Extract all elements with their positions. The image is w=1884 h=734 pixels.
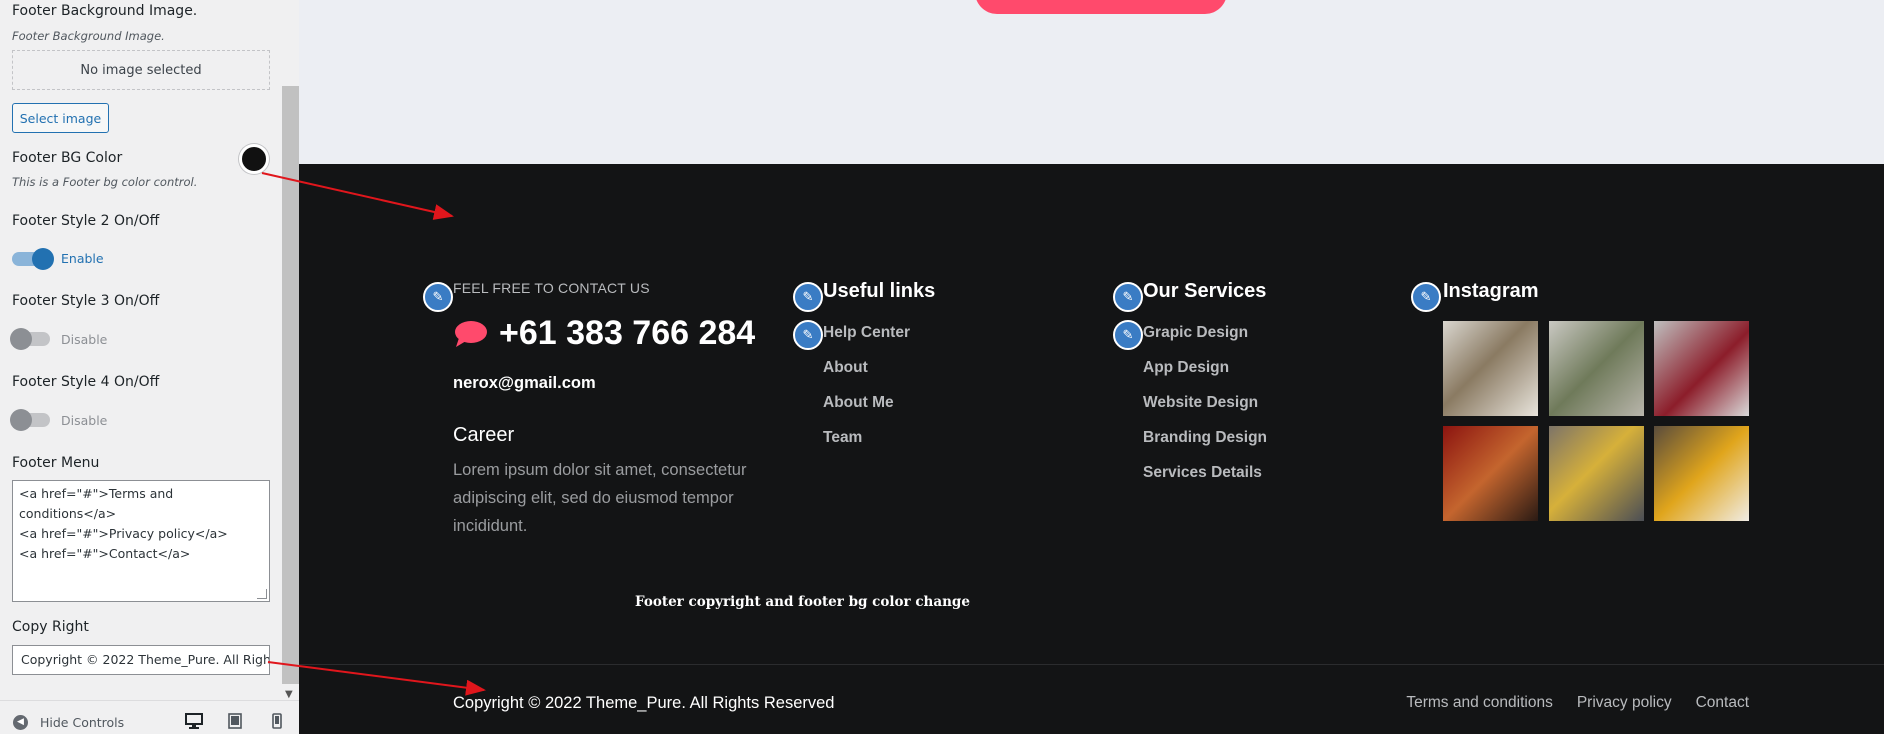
customizer-panel: Footer Background Image. Footer Backgrou… bbox=[0, 0, 299, 734]
style3-title: Footer Style 3 On/Off bbox=[12, 293, 160, 309]
bg-image-title: Footer Background Image. bbox=[12, 3, 198, 19]
service-item[interactable]: Grapic Design bbox=[1143, 324, 1267, 359]
copyright-title: Copy Right bbox=[12, 619, 89, 635]
style3-toggle[interactable] bbox=[10, 328, 50, 350]
collapse-icon[interactable]: ◀ bbox=[13, 715, 28, 730]
customizer-controls: Footer Background Image. Footer Backgrou… bbox=[0, 0, 282, 700]
preview-content-area bbox=[299, 0, 1884, 164]
instagram-photo[interactable] bbox=[1443, 426, 1538, 521]
contact-phone[interactable]: +61 383 766 284 bbox=[499, 314, 755, 353]
footer-menu-textarea[interactable]: <a href="#">Terms and conditions</a> <a … bbox=[12, 480, 270, 602]
instagram-photo[interactable] bbox=[1654, 321, 1749, 416]
bg-color-title: Footer BG Color bbox=[12, 150, 123, 166]
edit-pencil-icon[interactable]: ✎ bbox=[1113, 282, 1143, 312]
style4-toggle[interactable] bbox=[10, 409, 50, 431]
resize-grip-icon[interactable] bbox=[257, 589, 267, 599]
useful-link-item[interactable]: About bbox=[823, 359, 910, 394]
bg-image-desc: Footer Background Image. bbox=[12, 29, 165, 43]
instagram-photo[interactable] bbox=[1549, 426, 1644, 521]
edit-pencil-icon[interactable]: ✎ bbox=[1113, 320, 1143, 350]
service-item[interactable]: Website Design bbox=[1143, 394, 1267, 429]
instagram-photo[interactable] bbox=[1654, 426, 1749, 521]
annotation-note: Footer copyright and footer bg color cha… bbox=[635, 594, 970, 610]
site-preview: ✎ FEEL FREE TO CONTACT US +61 383 766 28… bbox=[299, 0, 1884, 734]
footer-copyright: Copyright © 2022 Theme_Pure. All Rights … bbox=[453, 694, 835, 712]
toggle-knob bbox=[10, 409, 32, 431]
services-list: Grapic Design App Design Website Design … bbox=[1143, 324, 1267, 499]
service-item[interactable]: App Design bbox=[1143, 359, 1267, 394]
edit-pencil-icon[interactable]: ✎ bbox=[423, 282, 453, 312]
style2-state: Enable bbox=[61, 251, 104, 266]
desktop-preview-icon[interactable] bbox=[185, 713, 203, 733]
panel-footer-bar: ◀ Hide Controls bbox=[0, 700, 299, 734]
toggle-knob bbox=[10, 328, 32, 350]
edit-pencil-icon[interactable]: ✎ bbox=[1411, 282, 1441, 312]
useful-link-item[interactable]: Help Center bbox=[823, 324, 910, 359]
useful-links-list: Help Center About About Me Team bbox=[823, 324, 910, 464]
services-title: Our Services bbox=[1143, 280, 1267, 302]
style3-state: Disable bbox=[61, 332, 108, 347]
instagram-title: Instagram bbox=[1443, 280, 1539, 302]
bg-color-swatch[interactable] bbox=[239, 144, 269, 174]
instagram-photo[interactable] bbox=[1549, 321, 1644, 416]
career-title: Career bbox=[453, 424, 515, 446]
style2-toggle[interactable] bbox=[12, 248, 54, 270]
mobile-preview-icon[interactable] bbox=[272, 713, 282, 733]
footer-link-terms[interactable]: Terms and conditions bbox=[1406, 694, 1552, 712]
style4-state: Disable bbox=[61, 413, 108, 428]
edit-pencil-icon[interactable]: ✎ bbox=[793, 320, 823, 350]
scrollbar-thumb[interactable] bbox=[282, 86, 299, 684]
contact-eyebrow: FEEL FREE TO CONTACT US bbox=[453, 280, 650, 296]
toggle-knob bbox=[32, 248, 54, 270]
no-image-placeholder: No image selected bbox=[12, 50, 270, 90]
career-text: Lorem ipsum dolor sit amet, consectetur … bbox=[453, 461, 747, 535]
footer-link-contact[interactable]: Contact bbox=[1696, 694, 1749, 712]
instagram-photo[interactable] bbox=[1443, 321, 1538, 416]
bg-color-desc: This is a Footer bg color control. bbox=[12, 175, 198, 189]
style4-title: Footer Style 4 On/Off bbox=[12, 374, 160, 390]
cta-button[interactable] bbox=[975, 0, 1227, 14]
useful-links-title: Useful links bbox=[823, 280, 936, 302]
site-footer: ✎ FEEL FREE TO CONTACT US +61 383 766 28… bbox=[299, 164, 1884, 734]
hide-controls-button[interactable]: Hide Controls bbox=[40, 715, 124, 730]
chat-bubble-icon bbox=[455, 321, 487, 347]
service-item[interactable]: Services Details bbox=[1143, 464, 1267, 499]
service-item[interactable]: Branding Design bbox=[1143, 429, 1267, 464]
select-image-button[interactable]: Select image bbox=[12, 103, 109, 133]
style2-title: Footer Style 2 On/Off bbox=[12, 213, 160, 229]
footer-link-privacy[interactable]: Privacy policy bbox=[1577, 694, 1672, 712]
copyright-input[interactable]: Copyright © 2022 Theme_Pure. All Rights … bbox=[12, 645, 270, 675]
useful-link-item[interactable]: About Me bbox=[823, 394, 910, 429]
scroll-down-icon[interactable]: ▼ bbox=[285, 689, 293, 700]
footer-links: Terms and conditions Privacy policy Cont… bbox=[1406, 694, 1749, 712]
footer-divider bbox=[299, 664, 1884, 665]
contact-email[interactable]: nerox@gmail.com bbox=[453, 374, 596, 393]
useful-link-item[interactable]: Team bbox=[823, 429, 910, 464]
footer-menu-title: Footer Menu bbox=[12, 455, 100, 471]
footer-menu-value: <a href="#">Terms and conditions</a> <a … bbox=[19, 486, 228, 561]
tablet-preview-icon[interactable] bbox=[228, 713, 242, 733]
edit-pencil-icon[interactable]: ✎ bbox=[793, 282, 823, 312]
panel-scrollbar[interactable]: ▼ bbox=[282, 0, 299, 700]
